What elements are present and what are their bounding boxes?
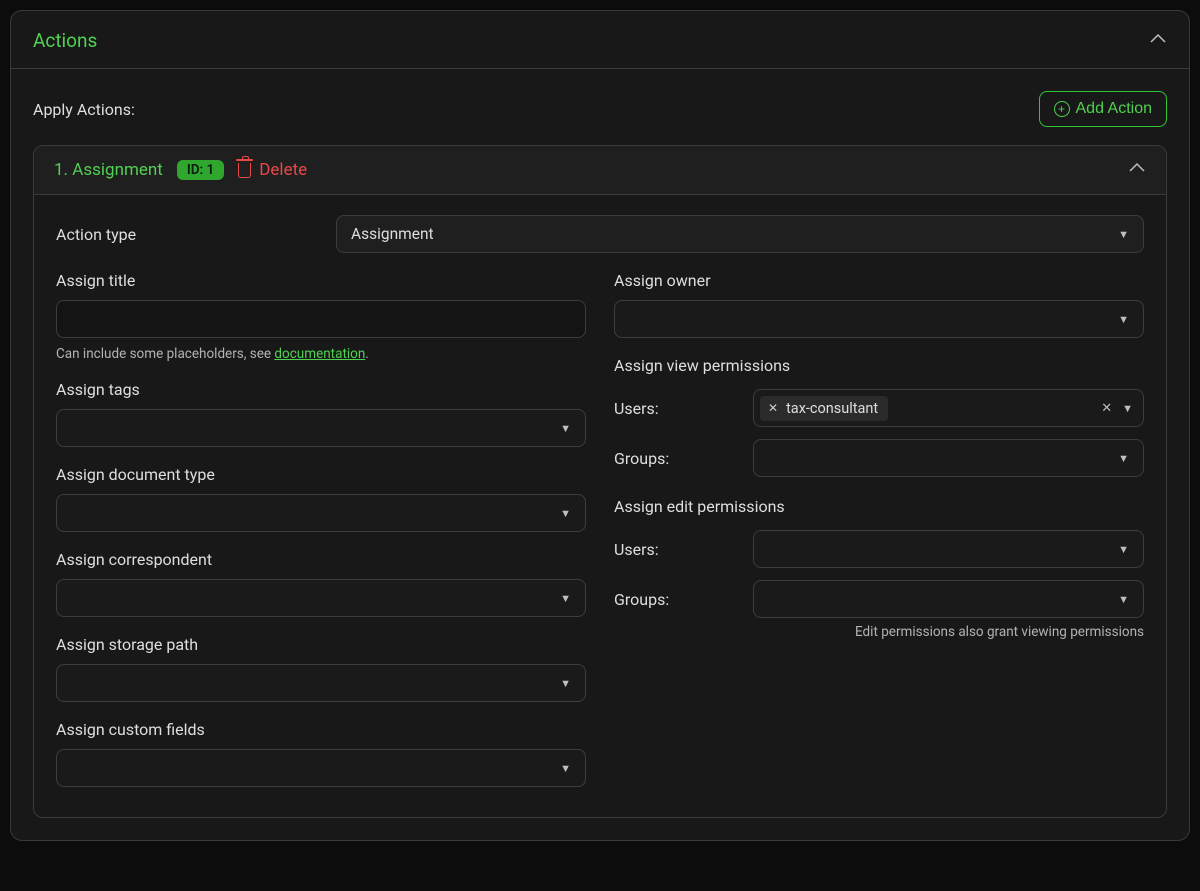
assign-doc-type-select[interactable]: ▼ [56, 494, 586, 532]
edit-permissions-heading: Assign edit permissions [614, 497, 1144, 516]
actions-section-header[interactable]: Actions [11, 11, 1189, 69]
assign-doc-type-label: Assign document type [56, 465, 586, 484]
trash-icon [238, 163, 251, 178]
assign-tags-label: Assign tags [56, 380, 586, 399]
assign-owner-label: Assign owner [614, 271, 1144, 290]
edit-permissions-note: Edit permissions also grant viewing perm… [614, 624, 1144, 640]
add-action-label: Add Action [1076, 100, 1153, 118]
edit-users-select[interactable]: ▼ [753, 530, 1144, 568]
caret-down-icon: ▼ [1118, 228, 1129, 241]
assign-correspondent-label: Assign correspondent [56, 550, 586, 569]
documentation-link[interactable]: documentation [274, 346, 365, 362]
edit-groups-label: Groups: [614, 590, 739, 609]
actions-body: Apply Actions: + Add Action 1. Assignmen… [11, 69, 1189, 840]
caret-down-icon: ▼ [560, 677, 571, 690]
caret-down-icon: ▼ [1118, 593, 1129, 606]
caret-down-icon: ▼ [560, 422, 571, 435]
action-type-select[interactable]: Assignment ▼ [336, 215, 1144, 253]
caret-down-icon: ▼ [1118, 452, 1129, 465]
action-type-label: Action type [56, 225, 336, 244]
apply-actions-label: Apply Actions: [33, 100, 135, 119]
chevron-up-icon[interactable] [1149, 33, 1167, 49]
assign-owner-select[interactable]: ▼ [614, 300, 1144, 338]
left-column: Assign title Can include some placeholde… [56, 271, 586, 787]
add-action-button[interactable]: + Add Action [1039, 91, 1168, 127]
assign-tags-select[interactable]: ▼ [56, 409, 586, 447]
remove-chip-icon[interactable]: ✕ [768, 401, 778, 415]
chevron-up-icon[interactable] [1128, 162, 1146, 178]
plus-circle-icon: + [1054, 101, 1070, 117]
view-users-label: Users: [614, 399, 739, 418]
assign-custom-fields-label: Assign custom fields [56, 720, 586, 739]
view-groups-label: Groups: [614, 449, 739, 468]
action-card-body: Action type Assignment ▼ Assign title C [34, 195, 1166, 817]
edit-users-label: Users: [614, 540, 739, 559]
assign-correspondent-select[interactable]: ▼ [56, 579, 586, 617]
view-permissions-heading: Assign view permissions [614, 356, 1144, 375]
caret-down-icon: ▼ [560, 507, 571, 520]
delete-action-button[interactable]: Delete [238, 160, 307, 180]
user-chip-label: tax-consultant [786, 400, 878, 417]
assign-title-label: Assign title [56, 271, 586, 290]
assign-title-hint: Can include some placeholders, see docum… [56, 346, 586, 362]
assign-storage-path-label: Assign storage path [56, 635, 586, 654]
actions-section: Actions Apply Actions: + Add Action 1. A… [10, 10, 1190, 841]
actions-section-title: Actions [33, 29, 97, 52]
caret-down-icon: ▼ [560, 762, 571, 775]
clear-all-icon[interactable]: ✕ [1101, 401, 1112, 416]
delete-label: Delete [259, 160, 307, 180]
user-chip: ✕ tax-consultant [760, 396, 888, 421]
view-groups-select[interactable]: ▼ [753, 439, 1144, 477]
action-card-title: 1. Assignment [54, 160, 163, 180]
view-users-select[interactable]: ✕ tax-consultant ✕ ▼ [753, 389, 1144, 427]
action-type-value: Assignment [351, 225, 434, 243]
action-id-badge: ID: 1 [177, 160, 224, 180]
edit-groups-select[interactable]: ▼ [753, 580, 1144, 618]
caret-down-icon: ▼ [1122, 402, 1133, 415]
caret-down-icon: ▼ [560, 592, 571, 605]
action-card-header[interactable]: 1. Assignment ID: 1 Delete [34, 146, 1166, 195]
caret-down-icon: ▼ [1118, 543, 1129, 556]
action-card: 1. Assignment ID: 1 Delete Action type A… [33, 145, 1167, 818]
assign-storage-path-select[interactable]: ▼ [56, 664, 586, 702]
caret-down-icon: ▼ [1118, 313, 1129, 326]
right-column: Assign owner ▼ Assign view permissions U… [614, 271, 1144, 787]
assign-title-input[interactable] [56, 300, 586, 338]
assign-custom-fields-select[interactable]: ▼ [56, 749, 586, 787]
